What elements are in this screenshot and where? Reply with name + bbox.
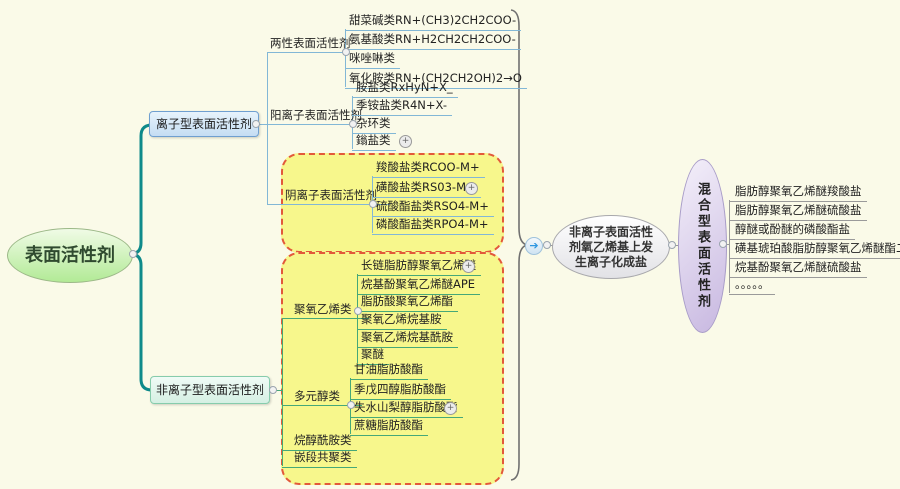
branch-nonionic-label: 非离子型表面活性剂 bbox=[156, 383, 264, 397]
expand-icon[interactable]: + bbox=[444, 402, 457, 415]
topic-pentaerythritol-ester[interactable]: 季戊四醇脂肪酸酯 bbox=[350, 381, 451, 400]
junction-dot bbox=[349, 120, 357, 128]
root-topic[interactable]: 表面活性剂 bbox=[7, 228, 133, 283]
relationship-arrow-icon: ➔ bbox=[525, 237, 543, 255]
mindmap-canvas: 表面活性剂 离子型表面活性剂 两性表面活性剂 甜菜碱类RN+(CH3)2CH2C… bbox=[0, 0, 900, 489]
topic-amine-salt[interactable]: 胺盐类RxHyN+X_ bbox=[352, 79, 458, 98]
summary-topic[interactable]: 非离子表面活性剂氧乙烯基上发生离子化成盐 bbox=[552, 215, 670, 279]
topic-sucrose-ester[interactable]: 蔗糖脂肪酸酯 bbox=[350, 417, 428, 436]
topic-carboxylate[interactable]: 羧酸盐类RCOO-M+ bbox=[372, 159, 485, 178]
topic-imidazoline[interactable]: 咪唑啉类 bbox=[345, 50, 400, 69]
topic-sulfosuccinate[interactable]: 磺基琥珀酸脂肪醇聚氧乙烯醚酯二钠 bbox=[729, 240, 900, 259]
junction-dot bbox=[269, 386, 277, 394]
junction-dot bbox=[354, 307, 362, 315]
topic-glycerol-ester[interactable]: 甘油脂肪酸酯 bbox=[350, 361, 428, 380]
junction-dot bbox=[129, 250, 137, 258]
topic-aes[interactable]: 脂肪醇聚氧乙烯醚硫酸盐 bbox=[729, 202, 867, 221]
branch-line-nonionic bbox=[130, 254, 154, 390]
topic-ether-phosphate[interactable]: 醇醚或酚醚的磷酸酯盐 bbox=[729, 221, 855, 240]
topic-block-copolymer[interactable]: 嵌段共聚类 bbox=[282, 449, 357, 468]
expand-icon[interactable]: + bbox=[399, 135, 412, 148]
junction-dot bbox=[252, 120, 260, 128]
group-anionic-label: 阴离子表面活性剂 bbox=[285, 188, 377, 202]
branch-line-ionic bbox=[130, 125, 154, 254]
group-cationic-label: 阳离子表面活性剂 bbox=[270, 108, 362, 122]
topic-phosphate-ester[interactable]: 磷酸酯盐类RPO4-M+ bbox=[372, 216, 494, 235]
expand-icon[interactable]: + bbox=[462, 260, 475, 273]
topic-fatty-acid-ester[interactable]: 脂肪酸聚氧乙烯酯 bbox=[357, 293, 458, 312]
group-polyol-label: 多元醇类 bbox=[294, 389, 340, 403]
topic-quaternary-ammonium[interactable]: 季铵盐类R4N+X- bbox=[352, 97, 452, 116]
branch-mixed-label: 混合型表面活性剂 bbox=[693, 170, 712, 322]
group-amphoteric-label: 两性表面活性剂 bbox=[270, 36, 351, 50]
topic-onium-salt[interactable]: 鎓盐类 bbox=[352, 132, 396, 151]
junction-dot bbox=[668, 241, 676, 249]
topic-more-ellipsis[interactable]: 。。。。。 bbox=[729, 276, 775, 295]
group-amphoteric[interactable]: 两性表面活性剂 bbox=[267, 35, 348, 53]
topic-alkylamine[interactable]: 聚氧乙烯烷基胺 bbox=[357, 311, 447, 330]
branch-nonionic[interactable]: 非离子型表面活性剂 bbox=[150, 376, 270, 404]
root-topic-label: 表面活性剂 bbox=[25, 245, 115, 266]
summary-topic-label: 非离子表面活性剂氧乙烯基上发生离子化成盐 bbox=[566, 225, 656, 270]
expand-icon[interactable]: + bbox=[465, 182, 478, 195]
topic-amino-acid[interactable]: 氨基酸类RN+H2CH2CH2COO- bbox=[345, 31, 521, 50]
topic-aec[interactable]: 脂肪醇聚氧乙烯醚羧酸盐 bbox=[729, 183, 867, 202]
junction-dot bbox=[369, 200, 377, 208]
junction-dot bbox=[342, 48, 350, 56]
group-cationic[interactable]: 阳离子表面活性剂 bbox=[267, 107, 355, 125]
junction-dot bbox=[543, 241, 551, 249]
topic-sulfate-ester[interactable]: 硫酸酯盐类RSO4-M+ bbox=[372, 198, 494, 217]
branch-ionic-label: 离子型表面活性剂 bbox=[156, 117, 252, 131]
topic-betaine[interactable]: 甜菜碱类RN+(CH3)2CH2COO- bbox=[345, 12, 521, 31]
group-polyoxyethylene-label: 聚氧乙烯类 bbox=[294, 302, 352, 316]
connector bbox=[267, 52, 268, 204]
junction-dot bbox=[347, 401, 355, 409]
branch-ionic[interactable]: 离子型表面活性剂 bbox=[149, 111, 259, 137]
junction-dot bbox=[719, 240, 727, 248]
